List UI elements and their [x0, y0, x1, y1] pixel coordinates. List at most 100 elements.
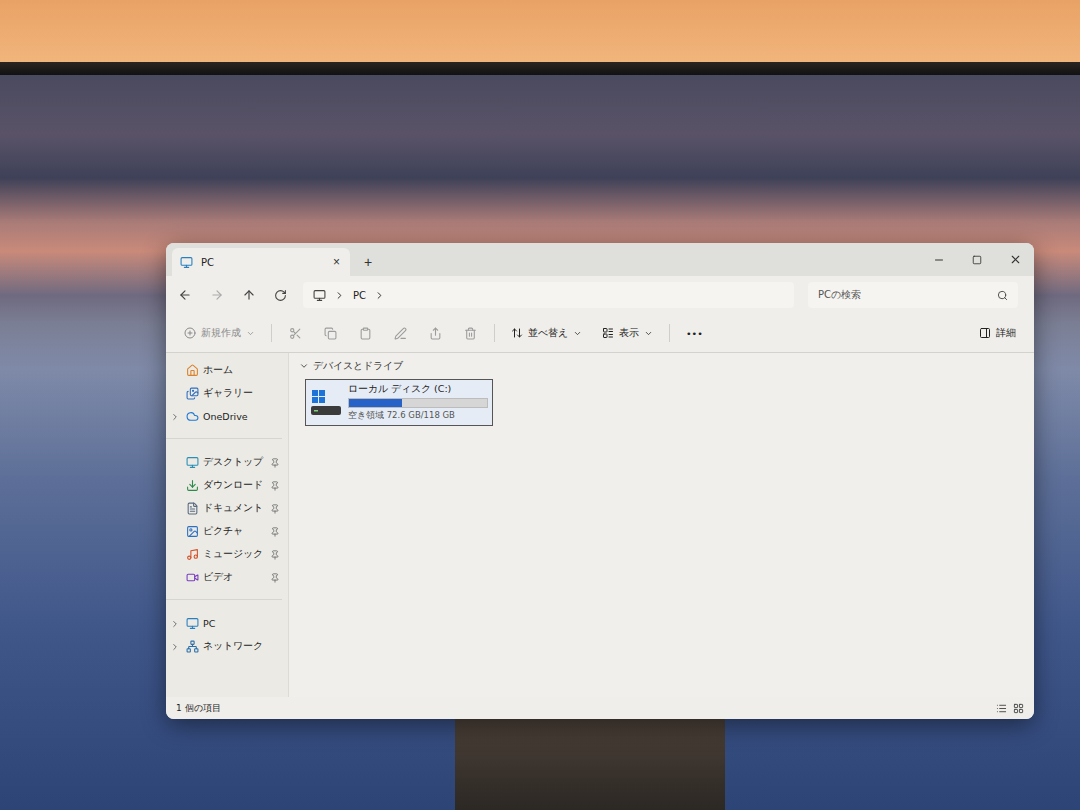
tiles-view-icon[interactable]: [1013, 703, 1024, 714]
folder-icon: [186, 502, 199, 515]
forward-button[interactable]: [208, 286, 226, 304]
pc-icon: [313, 289, 326, 302]
folder-icon: [186, 410, 199, 423]
expand-icon[interactable]: [170, 642, 180, 652]
toolbar: 新規作成 並べ替え表示 ••• 詳細: [166, 314, 1034, 353]
breadcrumb-item[interactable]: PC: [353, 290, 366, 301]
pc-icon: [180, 256, 193, 269]
explorer-window: PC × + PC PCの検索新規作成 並べ替え表示 ••• 詳細ホームギャラリー OneDri…: [166, 243, 1034, 719]
action-button[interactable]: [455, 323, 486, 344]
minimize-button[interactable]: [920, 243, 958, 276]
sidebar-item[interactable]: PC: [166, 612, 282, 635]
folder-icon: [186, 387, 199, 400]
search-icon: [997, 290, 1008, 301]
up-icon: [242, 288, 256, 302]
pin-icon: [270, 527, 280, 537]
pin-icon: [270, 504, 280, 514]
usage-fill: [349, 399, 402, 407]
tab-title: PC: [201, 257, 323, 268]
sidebar-label: ピクチャ: [203, 525, 266, 538]
collapse-icon: [299, 361, 309, 371]
action-icon: [429, 327, 442, 340]
sort-button[interactable]: 並べ替え: [503, 323, 590, 344]
details-icon: [979, 327, 991, 339]
drive-icon: [310, 388, 342, 418]
sidebar-item[interactable]: ビデオ: [166, 566, 282, 589]
folder-icon: [186, 479, 199, 492]
expand-icon[interactable]: [170, 619, 180, 629]
separator: [494, 324, 495, 342]
drive-free: 空き領域 72.6 GB/118 GB: [348, 410, 488, 422]
action-button[interactable]: [420, 323, 451, 344]
title-bar: PC × +: [166, 243, 1034, 276]
folder-icon: [186, 640, 199, 653]
separator: [271, 324, 272, 342]
content: デバイスとドライブローカル ディスク (C:)空き領域 72.6 GB/118 …: [289, 353, 1034, 697]
pin-icon: [270, 481, 280, 491]
sidebar-label: ホーム: [203, 364, 266, 377]
action-icon: [464, 327, 477, 340]
action-button[interactable]: [385, 323, 416, 344]
close-button[interactable]: [996, 243, 1034, 276]
action-button[interactable]: [280, 323, 311, 344]
status-bar: 1 個の項目: [166, 697, 1034, 719]
new-button[interactable]: 新規作成: [176, 323, 263, 344]
sidebar-label: ドキュメント: [203, 502, 266, 515]
refresh-button[interactable]: [272, 287, 289, 304]
up-button[interactable]: [240, 286, 258, 304]
chevron-icon: [374, 290, 385, 301]
maximize-button[interactable]: [958, 243, 996, 276]
action-icon: [359, 327, 372, 340]
close-icon: [1009, 253, 1022, 266]
photo-scene: PC × + PC PCの検索新規作成 並べ替え表示 ••• 詳細ホームギャラリー OneDri…: [0, 0, 1080, 810]
sidebar-group: PC ネットワーク: [166, 610, 282, 658]
view-icon: [602, 327, 614, 339]
sidebar-item[interactable]: ギャラリー: [166, 382, 282, 405]
action-button[interactable]: [315, 323, 346, 344]
view-button[interactable]: 表示: [594, 323, 661, 344]
back-button[interactable]: [176, 286, 194, 304]
sidebar-item[interactable]: ホーム: [166, 359, 282, 382]
action-icon: [394, 327, 407, 340]
pin-icon: [270, 573, 280, 583]
breadcrumb[interactable]: PC: [303, 282, 794, 308]
tab-close-button[interactable]: ×: [331, 255, 342, 269]
drive-tile[interactable]: ローカル ディスク (C:)空き領域 72.6 GB/118 GB: [305, 379, 493, 426]
minimize-icon: [933, 254, 945, 266]
new-tab-button[interactable]: +: [358, 254, 378, 270]
sidebar-label: PC: [203, 618, 266, 629]
sidebar-item[interactable]: ドキュメント: [166, 497, 282, 520]
sidebar-item[interactable]: ミュージック: [166, 543, 282, 566]
pin-icon: [270, 458, 280, 468]
search-field[interactable]: PCの検索: [808, 282, 1018, 308]
sidebar-item[interactable]: デスクトップ: [166, 451, 282, 474]
sidebar-label: OneDrive: [203, 411, 266, 422]
search-placeholder: PCの検索: [818, 288, 861, 302]
action-button[interactable]: [350, 323, 381, 344]
sidebar-label: ビデオ: [203, 571, 266, 584]
expand-icon[interactable]: [170, 412, 180, 422]
section-header[interactable]: デバイスとドライブ: [299, 359, 1024, 373]
forward-icon: [210, 288, 224, 302]
usage-bar: [348, 398, 488, 408]
body: ホームギャラリー OneDrive デスクトップダウンロードドキュメントピクチャミュ…: [166, 353, 1034, 697]
sidebar-label: デスクトップ: [203, 456, 266, 469]
details-view-icon[interactable]: [996, 703, 1007, 714]
sidebar-item[interactable]: ダウンロード: [166, 474, 282, 497]
address-bar: PC PCの検索: [166, 276, 1034, 314]
sidebar-label: ミュージック: [203, 548, 266, 561]
separator: [669, 324, 670, 342]
sidebar-group: ホームギャラリー OneDrive: [166, 357, 282, 439]
sort-icon: [511, 327, 523, 339]
chevron-icon: [334, 290, 345, 301]
dropdown-icon: [246, 329, 255, 338]
sidebar-item[interactable]: ネットワーク: [166, 635, 282, 658]
sidebar-item[interactable]: ピクチャ: [166, 520, 282, 543]
details-button[interactable]: 詳細: [971, 323, 1024, 344]
sidebar-group: デスクトップダウンロードドキュメントピクチャミュージックビデオ: [166, 449, 282, 600]
wall: [0, 0, 1080, 62]
item-count: 1 個の項目: [176, 702, 221, 715]
sidebar-item[interactable]: OneDrive: [166, 405, 282, 428]
more-button[interactable]: •••: [678, 324, 711, 343]
tab[interactable]: PC ×: [172, 248, 350, 276]
